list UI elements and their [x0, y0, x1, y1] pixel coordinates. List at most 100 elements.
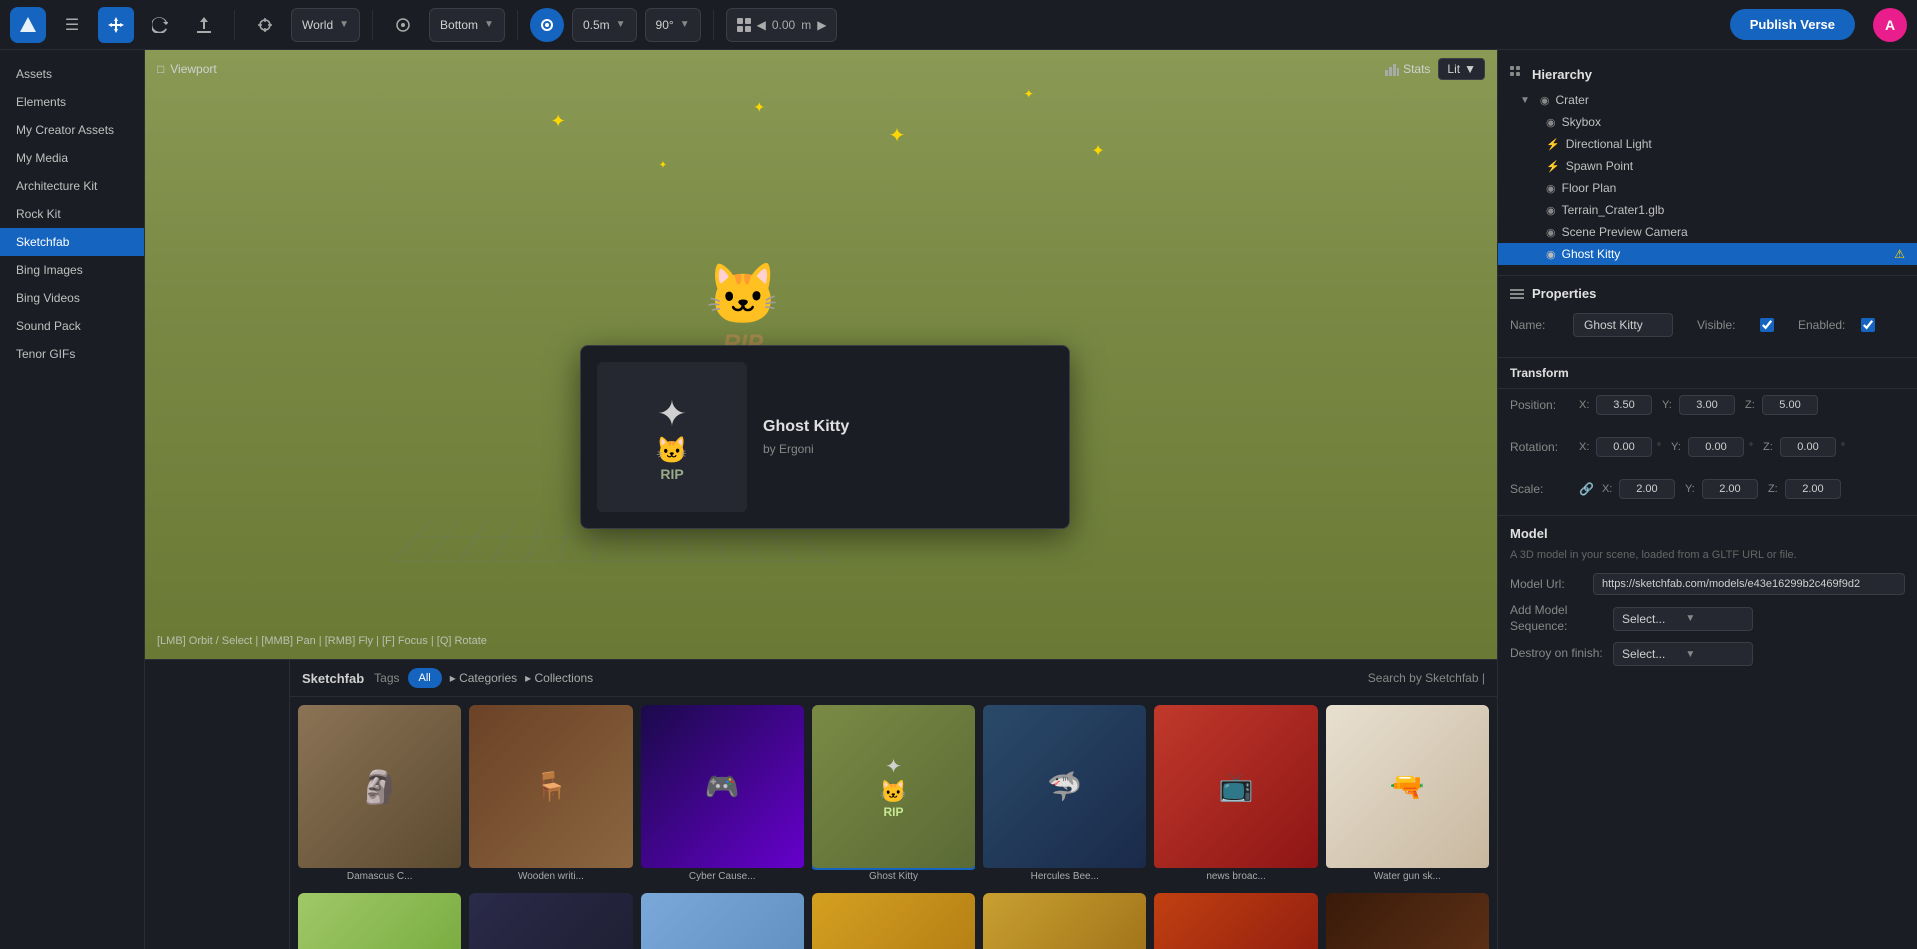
- viewport-stats: Stats Lit ▼: [1385, 58, 1485, 80]
- asset-card-ghostkitty[interactable]: ✦ 🐱 RIP Ghost Kitty: [812, 705, 975, 885]
- rot-z-group: Z: °: [1763, 437, 1845, 457]
- angle-dropdown[interactable]: 90° ▼: [645, 8, 701, 42]
- asset-card-wooden[interactable]: 🪑 Wooden writi...: [469, 705, 632, 885]
- add-model-sequence-row: Add ModelSequence: Select... ▼: [1510, 603, 1905, 634]
- pos-y-input[interactable]: [1679, 395, 1735, 415]
- asset-label-hercules: Hercules Bee...: [983, 868, 1146, 885]
- hierarchy-label-ghost-kitty: Ghost Kitty: [1562, 247, 1621, 261]
- hierarchy-icon-dir-light: ⚡: [1546, 138, 1560, 151]
- scale-z-input[interactable]: [1785, 479, 1841, 499]
- main-layout: Assets Elements My Creator Assets My Med…: [0, 50, 1917, 949]
- tag-all-button[interactable]: All: [408, 668, 442, 688]
- asset-card-cyber[interactable]: 🎮 Cyber Cause...: [641, 705, 804, 885]
- sidebar-item-rock-kit[interactable]: Rock Kit: [0, 200, 144, 228]
- asset-thumb-ghostkitty: ✦ 🐱 RIP: [812, 705, 975, 868]
- hover-card-title: Ghost Kitty: [763, 418, 1053, 436]
- model-url-label: Model Url:: [1510, 577, 1585, 591]
- hierarchy-icon-spawn: ⚡: [1546, 160, 1560, 173]
- name-label: Name:: [1510, 318, 1565, 332]
- hierarchy-item-terrain[interactable]: ◉ Terrain_Crater1.glb: [1498, 199, 1917, 221]
- cursor-icon-btn[interactable]: [247, 7, 283, 43]
- rot-x-input[interactable]: [1596, 437, 1652, 457]
- destroy-on-finish-dropdown[interactable]: Select... ▼: [1613, 642, 1753, 666]
- sidebar-item-elements[interactable]: Elements: [0, 88, 144, 116]
- logo[interactable]: [10, 7, 46, 43]
- hierarchy-item-spawn-point[interactable]: ⚡ Spawn Point: [1498, 155, 1917, 177]
- enabled-checkbox[interactable]: [1861, 318, 1875, 332]
- scale-link-icon[interactable]: 🔗: [1579, 482, 1594, 496]
- star1: ✦: [551, 111, 566, 132]
- sidebar-item-sketchfab[interactable]: Sketchfab: [0, 228, 144, 256]
- hierarchy-item-crater[interactable]: ▼ ◉ Crater: [1498, 89, 1917, 111]
- refresh-button[interactable]: [142, 7, 178, 43]
- model-url-input[interactable]: [1593, 573, 1905, 595]
- sketchfab-title: Sketchfab: [302, 671, 364, 686]
- tag-categories[interactable]: ▸ Categories: [450, 671, 517, 685]
- move-tool-button[interactable]: [98, 7, 134, 43]
- sidebar-item-my-creator-assets[interactable]: My Creator Assets: [0, 116, 144, 144]
- pos-x-input[interactable]: [1596, 395, 1652, 415]
- asset-card-skygiants[interactable]: 🏔️ Sky Giants -...: [641, 893, 804, 949]
- hierarchy-label-directional-light: Directional Light: [1566, 137, 1652, 151]
- sidebar-item-bing-images[interactable]: Bing Images: [0, 256, 144, 284]
- tags-label: Tags: [374, 671, 399, 685]
- position-label: Position:: [1510, 398, 1575, 412]
- asset-grid-container: 🗿 Damascus C... 🪑 Wooden writi...: [290, 697, 1497, 949]
- asset-card-volcanic[interactable]: 🪓 Volcanic Axe: [1154, 893, 1317, 949]
- search-by-sketchfab: Search by Sketchfab |: [1368, 671, 1485, 685]
- scale-x-input[interactable]: [1619, 479, 1675, 499]
- topbar: ☰ World ▼ Bottom ▼ 0.5m ▼ 90° ▼ ◀ 0.00: [0, 0, 1917, 50]
- grid-right[interactable]: ▶: [817, 18, 826, 32]
- rot-z-input[interactable]: [1780, 437, 1836, 457]
- asset-card-damascus[interactable]: 🗿 Damascus C...: [298, 705, 461, 885]
- lit-dropdown[interactable]: Lit ▼: [1438, 58, 1485, 80]
- hierarchy-icon-scene-camera: ◉: [1546, 226, 1556, 239]
- sidebar-item-architecture-kit[interactable]: Architecture Kit: [0, 172, 144, 200]
- world-dropdown[interactable]: World ▼: [291, 8, 360, 42]
- snap-value-dropdown[interactable]: 0.5m ▼: [572, 8, 637, 42]
- star3: ✦: [889, 123, 906, 148]
- star5: ✦: [1091, 141, 1104, 161]
- hierarchy-title: Hierarchy: [1532, 67, 1592, 82]
- hamburger-menu[interactable]: ☰: [54, 7, 90, 43]
- hierarchy-item-directional-light[interactable]: ⚡ Directional Light: [1498, 133, 1917, 155]
- rot-y-group: Y: °: [1671, 437, 1753, 457]
- scale-y-input[interactable]: [1702, 479, 1758, 499]
- asset-card-hercules[interactable]: 🦈 Hercules Bee...: [983, 705, 1146, 885]
- sidebar-item-sound-pack[interactable]: Sound Pack: [0, 312, 144, 340]
- asset-card-swordtembe[interactable]: 🗡️ Swordtembe...: [1326, 893, 1489, 949]
- add-model-sequence-dropdown[interactable]: Select... ▼: [1613, 607, 1753, 631]
- sidebar-item-bing-videos[interactable]: Bing Videos: [0, 284, 144, 312]
- hierarchy-item-scene-camera[interactable]: ◉ Scene Preview Camera: [1498, 221, 1917, 243]
- viewport-controls-hint: [LMB] Orbit / Select | [MMB] Pan | [RMB]…: [157, 635, 487, 647]
- snap-button[interactable]: [530, 8, 564, 42]
- grid-left[interactable]: ◀: [757, 18, 766, 32]
- hierarchy-label-crater: Crater: [1556, 93, 1589, 107]
- asset-card-magical[interactable]: ✨ Magical Find: [812, 893, 975, 949]
- asset-card-watergun[interactable]: 🔫 Water gun sk...: [1326, 705, 1489, 885]
- stats-button[interactable]: Stats: [1385, 62, 1430, 76]
- tag-collections[interactable]: ▸ Collections: [525, 671, 593, 685]
- rot-y-input[interactable]: [1688, 437, 1744, 457]
- sidebar-item-my-media[interactable]: My Media: [0, 144, 144, 172]
- avatar[interactable]: A: [1873, 8, 1907, 42]
- content-area: □ Viewport Stats Lit ▼ ✦: [145, 50, 1497, 949]
- asset-card-okame[interactable]: 🌱 OKAMEbird 🐦: [298, 893, 461, 949]
- asset-card-gridlock[interactable]: 🔒 Grid Lock: [983, 893, 1146, 949]
- visible-checkbox[interactable]: [1760, 318, 1774, 332]
- upload-button[interactable]: [186, 7, 222, 43]
- sketchfab-panel: Sketchfab Tags All ▸ Categories ▸ Collec…: [290, 660, 1497, 949]
- name-value[interactable]: Ghost Kitty: [1573, 313, 1673, 337]
- model-description: A 3D model in your scene, loaded from a …: [1510, 549, 1905, 561]
- asset-card-news[interactable]: 📺 news broac...: [1154, 705, 1317, 885]
- pos-z-input[interactable]: [1762, 395, 1818, 415]
- hierarchy-item-ghost-kitty[interactable]: ◉ Ghost Kitty ⚠: [1498, 243, 1917, 265]
- scale-label: Scale:: [1510, 482, 1575, 496]
- bottom-dropdown[interactable]: Bottom ▼: [429, 8, 505, 42]
- sidebar-item-assets[interactable]: Assets: [0, 60, 144, 88]
- sidebar-item-tenor-gifs[interactable]: Tenor GIFs: [0, 340, 144, 368]
- asset-card-mecha[interactable]: 🤖 Mecha roe d...: [469, 893, 632, 949]
- hierarchy-item-floor-plan[interactable]: ◉ Floor Plan: [1498, 177, 1917, 199]
- hierarchy-item-skybox[interactable]: ◉ Skybox: [1498, 111, 1917, 133]
- publish-button[interactable]: Publish Verse: [1730, 9, 1855, 40]
